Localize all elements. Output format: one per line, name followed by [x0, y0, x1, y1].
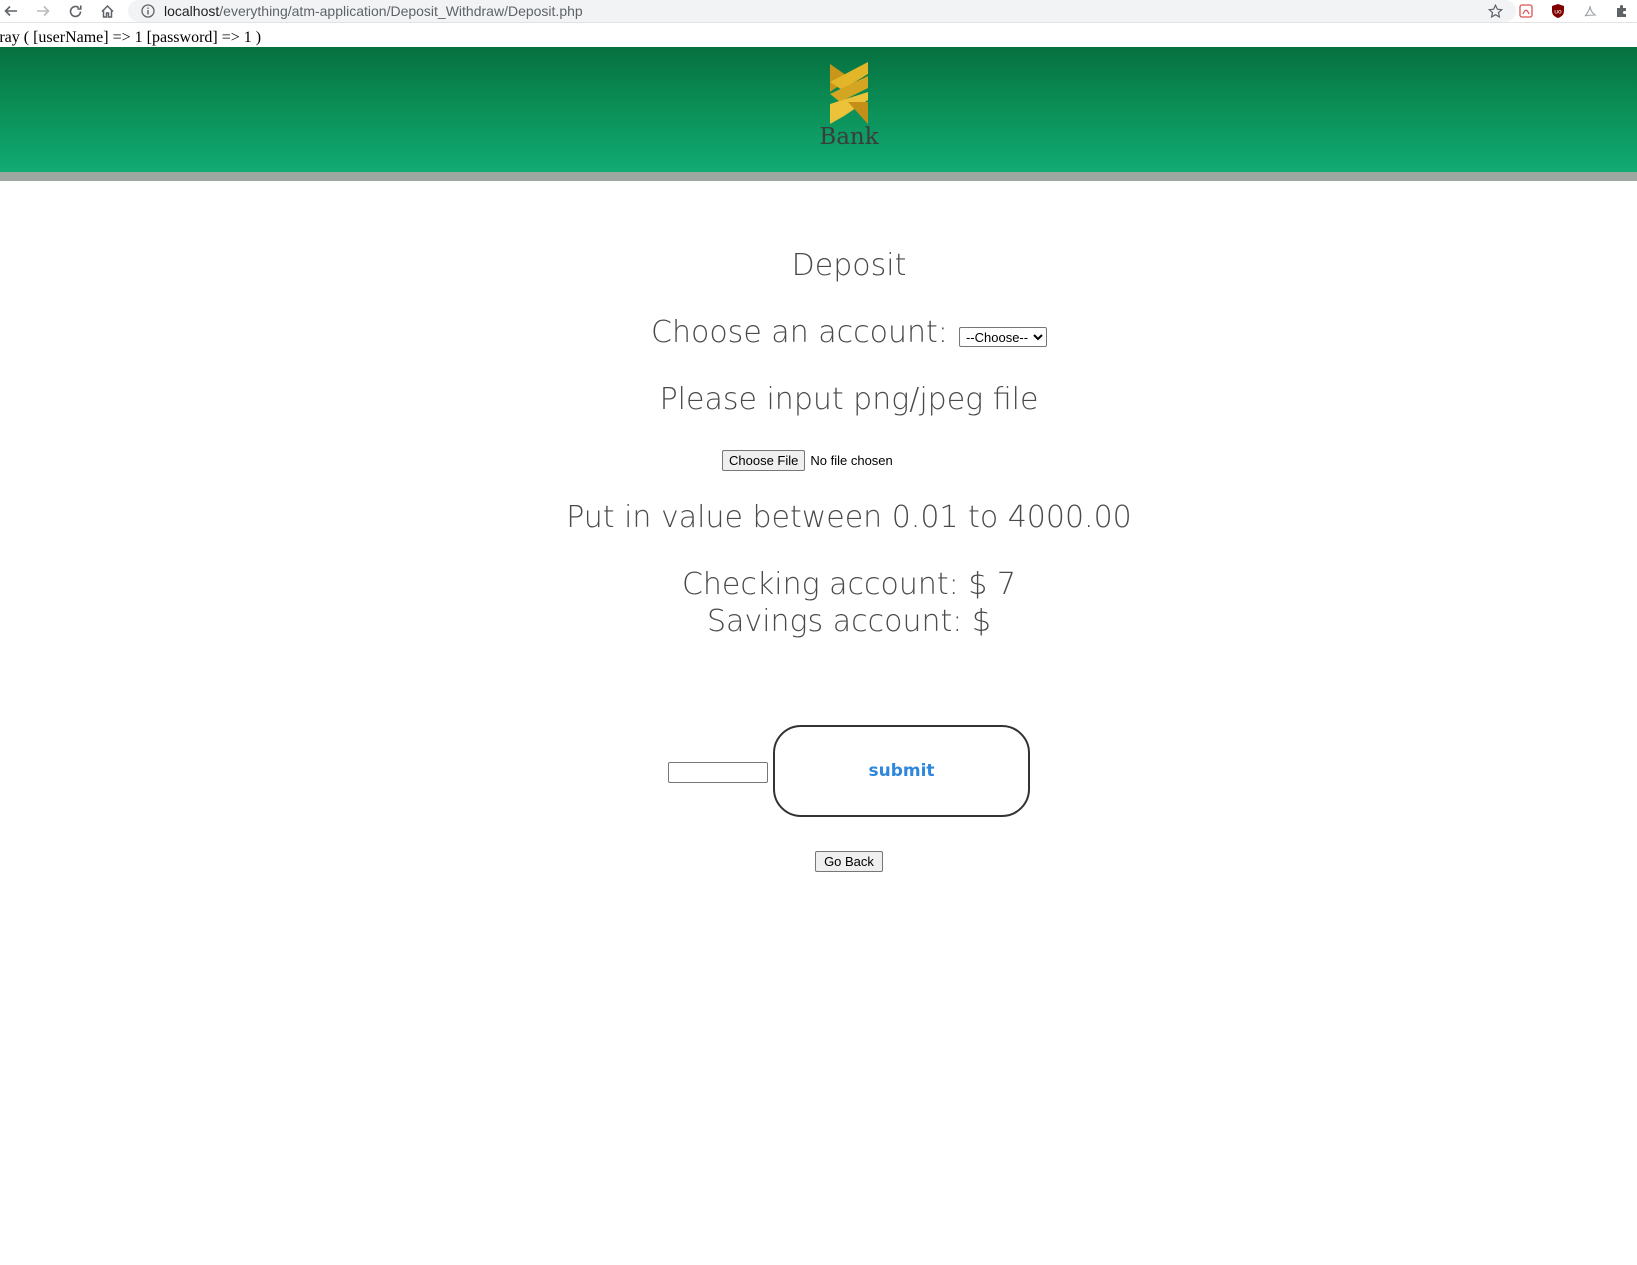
star-icon[interactable] — [1486, 2, 1504, 20]
ublock-extension-icon[interactable]: uo — [1548, 1, 1568, 21]
url-text: localhost/everything/atm-application/Dep… — [164, 2, 583, 20]
url-host: localhost — [164, 3, 220, 19]
url-path: /everything/atm-application/Deposit_With… — [219, 3, 583, 19]
savings-balance: Savings account: $ — [707, 604, 991, 639]
amount-input[interactable] — [668, 762, 768, 783]
bank-logo-icon — [830, 62, 868, 124]
svg-text:uo: uo — [1554, 9, 1562, 16]
puzzle-extension-icon[interactable] — [1612, 1, 1632, 21]
info-icon[interactable] — [140, 3, 156, 19]
bank-logo-text: Bank — [819, 124, 879, 150]
browser-toolbar: localhost/everything/atm-application/Dep… — [0, 0, 1637, 23]
checking-balance: Checking account: $ 7 — [681, 567, 1017, 602]
submit-button[interactable]: submit — [773, 725, 1030, 817]
go-back-button[interactable]: Go Back — [815, 851, 883, 872]
range-instructions: Put in value between 0.01 to 4000.00 — [566, 500, 1132, 535]
reload-icon[interactable] — [64, 0, 86, 22]
file-prompt: Please input png/jpeg file — [659, 382, 1039, 417]
file-status: No file chosen — [810, 452, 893, 468]
account-label: Choose an account: — [651, 315, 948, 350]
home-icon[interactable] — [96, 0, 118, 22]
back-icon[interactable] — [0, 0, 22, 22]
forward-icon[interactable] — [32, 0, 54, 22]
account-row: Choose an account: --Choose-- — [0, 315, 1637, 351]
debug-output: rray ( [userName] => 1 [password] => 1 ) — [0, 29, 262, 46]
acrobat-extension-icon[interactable] — [1580, 1, 1600, 21]
address-bar[interactable]: localhost/everything/atm-application/Dep… — [128, 0, 1516, 22]
header-divider — [0, 172, 1637, 181]
choose-file-button[interactable]: Choose File — [722, 449, 806, 471]
page-title: Deposit — [791, 248, 907, 283]
account-select[interactable]: --Choose-- — [958, 327, 1047, 347]
bank-logo: Bank — [818, 60, 880, 150]
file-input[interactable]: Choose File No file chosen — [722, 449, 893, 471]
pdf-extension-icon[interactable] — [1516, 1, 1536, 21]
